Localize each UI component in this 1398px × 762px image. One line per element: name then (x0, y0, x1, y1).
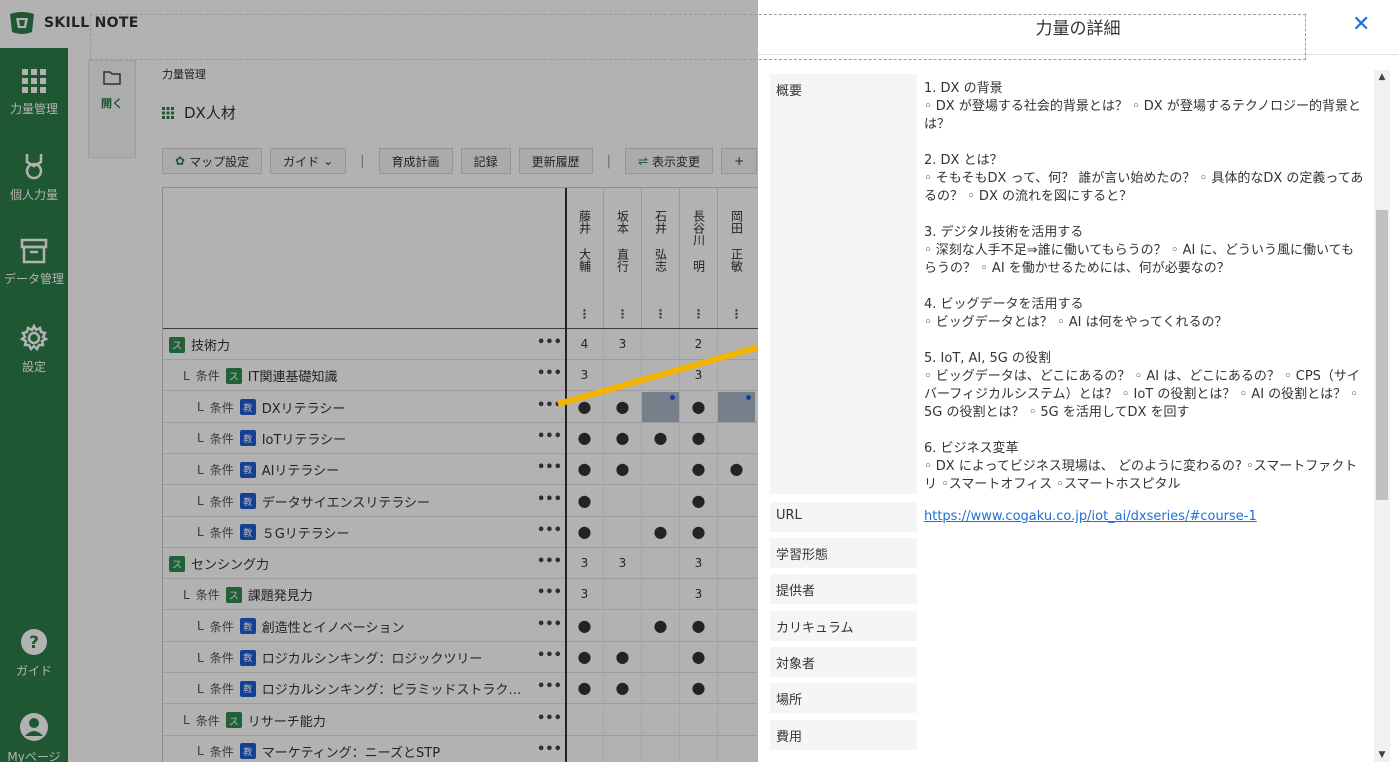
summary-line: ◦ ビッグデータは、どこにあるの？ ◦ AI は、どこにあるの？ ◦ CPS（サ… (924, 369, 1360, 420)
summary-line: ◦ DX が登場する社会的背景とは？ ◦ DX が登場するテクノロジー的背景とは… (924, 99, 1362, 132)
summary-line (924, 134, 1366, 152)
detail-row: 提供者 (770, 574, 1370, 604)
summary-line: 1. DX の背景 (924, 81, 1003, 96)
detail-row: 対象者 (770, 647, 1370, 677)
detail-key: 学習形態 (770, 538, 917, 568)
detail-key: URL (770, 502, 917, 532)
detail-row-summary: 概要 1. DX の背景 ◦ DX が登場する社会的背景とは？ ◦ DX が登場す… (770, 74, 1370, 494)
summary-line: ◦ そもそもDX って、何？ 誰が言い始めたの？ ◦ 具体的なDX の定義ってあ… (924, 171, 1364, 204)
detail-summary-value: 1. DX の背景 ◦ DX が登場する社会的背景とは？ ◦ DX が登場するテク… (924, 74, 1366, 500)
summary-line: 2. DX とは？ (924, 153, 1003, 168)
detail-drawer: 力量の詳細 ✕ 概要 1. DX の背景 ◦ DX が登場する社会的背景とは？ ◦… (758, 0, 1398, 762)
drawer-divider (758, 54, 1398, 55)
summary-line (924, 278, 1366, 296)
detail-key: 対象者 (770, 647, 917, 677)
detail-row: カリキュラム (770, 611, 1370, 641)
summary-line: 5. IoT, AI, 5G の役割 (924, 351, 1051, 366)
summary-line: ◦ 深刻な人手不足⇒誰に働いてもらうの？ ◦ AI に、どういう風に働いてもらう… (924, 243, 1355, 276)
close-icon[interactable]: ✕ (1352, 12, 1370, 37)
detail-url-value: https://www.cogaku.co.jp/iot_ai/dxseries… (924, 502, 1366, 532)
detail-key: カリキュラム (770, 611, 917, 641)
summary-line (924, 422, 1366, 440)
detail-row: 学習形態 (770, 538, 1370, 568)
detail-row-url: URL https://www.cogaku.co.jp/iot_ai/dxse… (770, 502, 1370, 532)
summary-line: 3. デジタル技術を活用する (924, 225, 1084, 240)
detail-key: 概要 (770, 74, 917, 494)
url-link[interactable]: https://www.cogaku.co.jp/iot_ai/dxseries… (924, 509, 1257, 524)
scrollbar[interactable]: ▲ ▼ (1374, 70, 1390, 762)
scrollbar-thumb[interactable] (1376, 210, 1388, 500)
summary-line (924, 332, 1366, 350)
summary-line: 4. ビッグデータを活用する (924, 297, 1084, 312)
drawer-title: 力量の詳細 (1035, 19, 1121, 39)
detail-key: 提供者 (770, 574, 917, 604)
summary-line: ◦ ビッグデータとは？ ◦ AI は何をやってくれるの？ (924, 315, 1228, 330)
summary-line: ◦ DX によってビジネス現場は、 どのように変わるの? ◦スマートファクトリ … (924, 459, 1358, 492)
scroll-down-icon[interactable]: ▼ (1374, 750, 1390, 760)
detail-key: 費用 (770, 720, 917, 750)
detail-row: 場所 (770, 683, 1370, 713)
summary-line (924, 206, 1366, 224)
scroll-up-icon[interactable]: ▲ (1374, 72, 1390, 82)
detail-key: 場所 (770, 683, 917, 713)
summary-line: 6. ビジネス変革 (924, 441, 1019, 456)
modal-backdrop[interactable] (0, 0, 758, 762)
detail-row: 費用 (770, 720, 1370, 750)
